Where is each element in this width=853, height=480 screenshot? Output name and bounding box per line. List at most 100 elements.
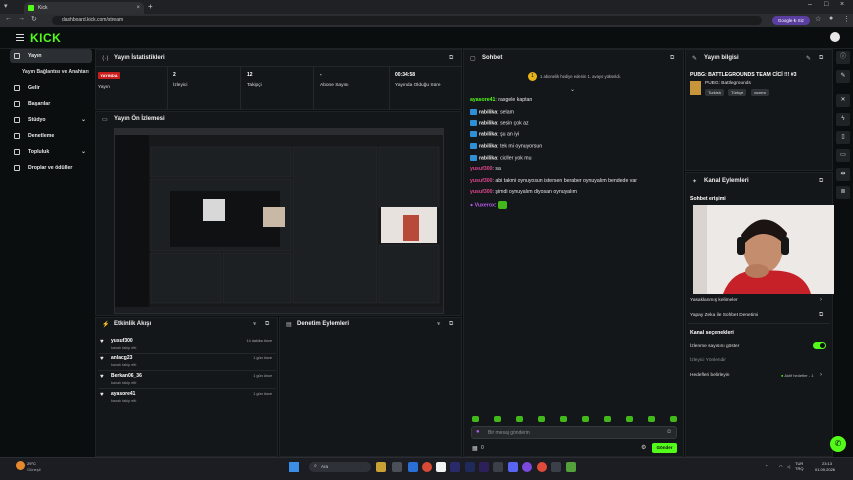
show-viewers-toggle[interactable] [813,342,826,349]
emote-icon[interactable] [538,416,545,422]
reload-icon[interactable]: ↻ [31,15,37,23]
taskbar-search[interactable]: Ara [309,462,371,472]
stream-preview-video[interactable] [114,128,444,314]
explorer-icon[interactable] [376,462,386,472]
sidebar-item-stream[interactable]: Yayın [10,49,92,63]
edit-icon[interactable]: ✎ [806,55,811,62]
maximize-icon[interactable]: □ [824,1,828,8]
sidebar-item-moderation[interactable]: Denetleme [10,129,92,143]
filter-icon[interactable]: ⩛ [253,321,256,328]
sidebar-item-revenue[interactable]: Gelir [10,81,92,95]
photoshop-icon[interactable] [465,462,475,472]
app-icon[interactable] [566,462,576,472]
hamburger-icon[interactable] [16,34,24,41]
minimize-icon[interactable]: – [808,1,812,8]
kick-logo[interactable]: KICK [30,31,61,45]
tag-chip[interactable]: Turkish [705,89,724,96]
app-icon[interactable] [522,462,532,472]
pencil-icon[interactable]: ✎ [836,70,850,83]
ai-moderation-row[interactable]: Yapay Zeka ile Sohbet Denetimi [690,313,758,318]
premiere-icon[interactable] [450,462,460,472]
banned-words-row[interactable]: Yasaklanmış kelimeler [690,298,738,303]
moderation-title: Denetim Eylemleri [297,321,350,327]
tray-chevron-icon[interactable]: ⌃ [765,464,768,469]
tag-chip[interactable]: vuxero [751,89,770,96]
emoji-icon[interactable]: ☺ [666,429,672,435]
close-window-icon[interactable]: × [840,1,844,8]
emote-icon[interactable] [626,416,633,422]
feed-user[interactable]: ayasore41 [111,391,135,397]
mic-icon[interactable]: ● [476,429,480,435]
new-tab-icon[interactable]: + [148,2,153,11]
webcam-overlay[interactable] [693,205,853,294]
settings-gear-icon[interactable]: ⚙ [641,444,646,451]
chrome-icon[interactable] [422,462,432,472]
emote-icon[interactable] [560,416,567,422]
chat-bubble-icon[interactable]: ▭ [836,149,850,162]
close-tab-icon[interactable]: × [136,2,140,14]
steam-icon[interactable] [392,462,402,472]
chat-input[interactable]: Bir mesaj gönderin [471,426,677,439]
calendar-icon[interactable]: ▦ [472,445,478,452]
emote-icon[interactable] [604,416,611,422]
profile-icon[interactable]: ● [829,15,833,22]
feed-user[interactable]: anlacg23 [111,355,132,361]
notion-icon[interactable] [436,462,446,472]
sidebar-item-community[interactable]: Topluluk ⌄ [10,145,92,159]
discord-icon[interactable] [508,462,518,472]
clock-time[interactable]: 23:13 [822,461,832,466]
split-icon[interactable]: ⇹ [836,168,850,181]
sidebar-item-stream-key[interactable]: Yayın Bağlantısı ve Anahtarı [22,69,89,75]
forward-icon[interactable]: → [18,15,25,22]
send-button[interactable]: Gönder [652,443,677,453]
sidebar-item-drops[interactable]: Droplar ve ödüller [10,161,92,175]
app-icon[interactable] [493,462,503,472]
emote-icon[interactable] [648,416,655,422]
emote-icon[interactable] [516,416,523,422]
star-icon[interactable]: ☆ [815,15,821,23]
browser-tab[interactable]: Kick × [24,2,144,14]
help-fab-icon[interactable]: ✆ [830,436,846,452]
feed-user[interactable]: Berkan06_36 [111,373,142,379]
emote-icon[interactable] [472,416,479,422]
popout-icon[interactable]: ⧉ [670,55,674,62]
subscriber-badge-icon [470,109,477,115]
url-field[interactable]: dashboard.kick.com/stream [52,16,762,25]
clipboard-icon[interactable]: ▯ [836,131,850,144]
bolt-icon[interactable]: ϟ [836,113,850,126]
ban-icon[interactable]: ✕ [836,94,850,107]
emote-icon[interactable] [670,416,677,422]
sidebar-item-achievements[interactable]: Başarılar [10,97,92,111]
app-icon[interactable] [408,462,418,472]
popout-icon[interactable]: ⧉ [449,321,453,328]
windows-start-icon[interactable] [289,462,299,472]
volume-icon[interactable]: ◁ [787,464,790,469]
filter-icon[interactable]: ⩛ [437,321,440,328]
popout-icon[interactable]: ⧉ [819,55,823,62]
info-icon[interactable]: ⓘ [836,51,850,64]
popout-icon[interactable]: ⧉ [449,55,453,62]
steam-icon[interactable] [551,462,561,472]
sidebar-item-studio[interactable]: Stüdyo ⌄ [10,113,92,127]
after-effects-icon[interactable] [479,462,489,472]
back-icon[interactable]: ← [5,15,12,22]
popout-icon[interactable]: ⧉ [819,178,823,185]
category-name[interactable]: PUBG: Battlegrounds [705,81,751,86]
language-indicator[interactable]: TUR TRQ [795,461,803,471]
clock-date[interactable]: 01.09.2026 [815,467,835,472]
raid-row[interactable]: İzleyici Yönlendir [690,358,726,363]
google-profile-button[interactable]: Google ₺ Siz [772,16,810,25]
goals-row[interactable]: Hedefleri belirleyin [690,373,729,378]
emote-icon[interactable] [494,416,501,422]
user-avatar[interactable] [830,32,840,42]
tag-chip[interactable]: Türkçe [728,89,747,96]
emote-icon[interactable] [582,416,589,422]
feed-user[interactable]: yusuf300 [111,338,133,344]
obs-icon[interactable] [537,462,547,472]
layers-icon[interactable]: ≣ [836,186,850,199]
menu-dots-icon[interactable]: ⋮ [843,15,850,23]
popout-icon[interactable]: ⧉ [265,321,269,328]
tab-menu-icon[interactable]: ▾ [4,2,8,10]
wifi-icon[interactable]: ◠ [779,464,783,469]
pin-icon[interactable]: ⌄ [570,86,575,93]
